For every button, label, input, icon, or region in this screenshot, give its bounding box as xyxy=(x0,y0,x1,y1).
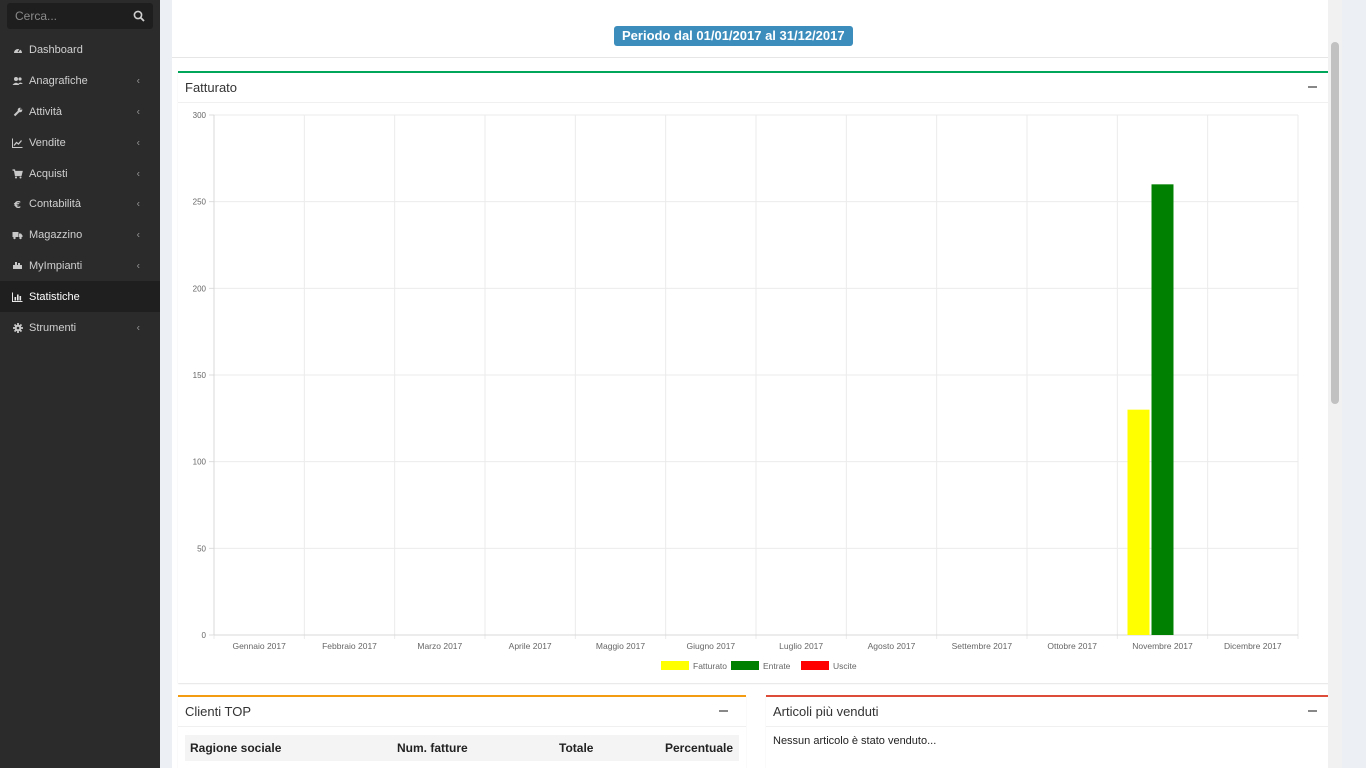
x-tick-label: Marzo 2017 xyxy=(417,641,462,651)
sidebar-item-magazzino[interactable]: Magazzino ‹ xyxy=(0,220,160,251)
cart-icon xyxy=(12,168,23,179)
x-tick-label: Dicembre 2017 xyxy=(1224,641,1282,651)
sidebar-item-vendite[interactable]: Vendite ‹ xyxy=(0,127,160,158)
x-tick-label: Novembre 2017 xyxy=(1132,641,1193,651)
x-tick-label: Aprile 2017 xyxy=(509,641,552,651)
period-header: Periodo dal 01/01/2017 al 31/12/2017 xyxy=(172,0,1342,58)
sidebar-item-label: Strumenti xyxy=(29,321,77,334)
chevron-left-icon: ‹ xyxy=(136,75,140,87)
bar-chart-icon xyxy=(12,291,23,302)
legend-swatch xyxy=(801,661,829,670)
legend-swatch xyxy=(661,661,689,670)
wrench-icon xyxy=(12,106,23,117)
search-box xyxy=(7,3,153,29)
fatturato-chart: 0 50 100 150 200 250 300 Gennaio 2017 Febbraio 2… xyxy=(193,111,1299,671)
cog-icon xyxy=(12,322,23,333)
y-tick-label: 150 xyxy=(193,371,207,380)
sidebar-item-label: MyImpianti xyxy=(29,259,83,272)
line-chart-icon xyxy=(12,137,23,148)
y-tick-label: 250 xyxy=(193,198,207,207)
clienti-table-header: Ragione sociale Num. fatture Totale Perc… xyxy=(185,735,739,761)
fatturato-box: Fatturato 0 50 100 150 200 250 300 Gennaio 2017… xyxy=(178,71,1335,683)
y-tick-label: 50 xyxy=(197,544,206,553)
chevron-left-icon: ‹ xyxy=(136,106,140,118)
legend-swatch xyxy=(731,661,759,670)
fatturato-box-header: Fatturato xyxy=(178,73,1335,103)
sidebar-item-label: Vendite xyxy=(29,136,66,149)
sidebar-item-label: Statistiche xyxy=(29,290,80,303)
column-header-ragione-sociale[interactable]: Ragione sociale xyxy=(190,741,281,755)
sidebar-menu: Dashboard Anagrafiche ‹ Attività ‹ Vendite ‹ Ac… xyxy=(0,35,160,343)
collapse-icon[interactable] xyxy=(1308,710,1317,712)
sidebar-item-label: Dashboard xyxy=(29,44,83,57)
dashboard-icon xyxy=(12,45,23,56)
x-tick-label: Settembre 2017 xyxy=(952,641,1013,651)
period-badge: Periodo dal 01/01/2017 al 31/12/2017 xyxy=(614,26,853,46)
y-tick-label: 300 xyxy=(193,111,207,120)
sidebar-item-label: Anagrafiche xyxy=(29,75,88,88)
column-header-num-fatture[interactable]: Num. fatture xyxy=(397,741,468,755)
chevron-left-icon: ‹ xyxy=(136,229,140,241)
sidebar-item-label: Attività xyxy=(29,105,63,118)
truck-icon xyxy=(12,230,23,241)
chevron-left-icon: ‹ xyxy=(136,137,140,149)
clienti-top-box-title: Clienti TOP xyxy=(185,704,251,719)
column-header-totale[interactable]: Totale xyxy=(559,741,593,755)
sidebar-item-dashboard[interactable]: Dashboard xyxy=(0,35,160,66)
fatturato-box-title: Fatturato xyxy=(185,80,238,95)
x-tick-label: Luglio 2017 xyxy=(779,641,823,651)
collapse-icon[interactable] xyxy=(719,710,728,712)
legend-label: Uscite xyxy=(833,661,857,671)
sidebar-item-strumenti[interactable]: Strumenti ‹ xyxy=(0,312,160,343)
users-icon xyxy=(12,76,23,87)
articoli-box: Articoli più venduti Nessun articolo è s… xyxy=(766,695,1335,768)
chevron-left-icon: ‹ xyxy=(136,322,140,334)
sidebar-item-myimpianti[interactable]: MyImpianti ‹ xyxy=(0,251,160,282)
sidebar-item-contabilit-[interactable]: € Contabilità ‹ xyxy=(0,189,160,220)
bar-fatturato xyxy=(1127,409,1150,635)
x-tick-label: Giugno 2017 xyxy=(686,641,735,651)
chevron-left-icon: ‹ xyxy=(136,168,140,180)
plug-icon xyxy=(12,260,23,271)
search-input[interactable] xyxy=(7,3,127,29)
euro-icon: € xyxy=(12,199,23,210)
x-tick-label: Febbraio 2017 xyxy=(322,641,377,651)
sidebar-item-label: Contabilità xyxy=(29,198,81,211)
main-content: Periodo dal 01/01/2017 al 31/12/2017 Fat… xyxy=(172,0,1342,768)
x-tick-label: Gennaio 2017 xyxy=(232,641,286,651)
column-header-percentuale[interactable]: Percentuale xyxy=(665,741,733,755)
empty-message: Nessun articolo è stato venduto... xyxy=(773,735,937,747)
sidebar-item-label: Magazzino xyxy=(29,229,83,242)
legend-label: Fatturato xyxy=(693,661,727,671)
x-tick-label: Ottobre 2017 xyxy=(1047,641,1097,651)
sidebar-item-label: Acquisti xyxy=(29,167,68,180)
bar-entrate xyxy=(1151,184,1174,635)
y-tick-label: 0 xyxy=(202,631,207,640)
chevron-left-icon: ‹ xyxy=(136,198,140,210)
search-icon[interactable] xyxy=(133,9,147,23)
sidebar-item-statistiche[interactable]: Statistiche xyxy=(0,281,160,313)
sidebar-item-anagrafiche[interactable]: Anagrafiche ‹ xyxy=(0,66,160,97)
x-tick-label: Agosto 2017 xyxy=(868,641,916,651)
legend-label: Entrate xyxy=(763,661,791,671)
scrollbar-thumb[interactable] xyxy=(1331,42,1339,404)
sidebar: DashboardAnagrafiche‹Attività‹Vendite‹Ac… xyxy=(0,0,160,768)
collapse-icon[interactable] xyxy=(1308,86,1317,88)
articoli-box-header: Articoli più venduti xyxy=(766,697,1335,727)
chevron-left-icon: ‹ xyxy=(136,260,140,272)
scrollbar[interactable] xyxy=(1328,0,1342,768)
clienti-top-box: Clienti TOP Ragione sociale Num. fatture… xyxy=(178,695,746,768)
sidebar-item-acquisti[interactable]: Acquisti ‹ xyxy=(0,158,160,189)
y-tick-label: 100 xyxy=(193,458,207,467)
sidebar-item-attivit-[interactable]: Attività ‹ xyxy=(0,97,160,128)
clienti-top-box-header: Clienti TOP xyxy=(178,697,746,727)
x-tick-label: Maggio 2017 xyxy=(596,641,645,651)
svg-text:€: € xyxy=(13,200,21,209)
articoli-box-title: Articoli più venduti xyxy=(773,704,879,719)
y-tick-label: 200 xyxy=(193,284,207,293)
